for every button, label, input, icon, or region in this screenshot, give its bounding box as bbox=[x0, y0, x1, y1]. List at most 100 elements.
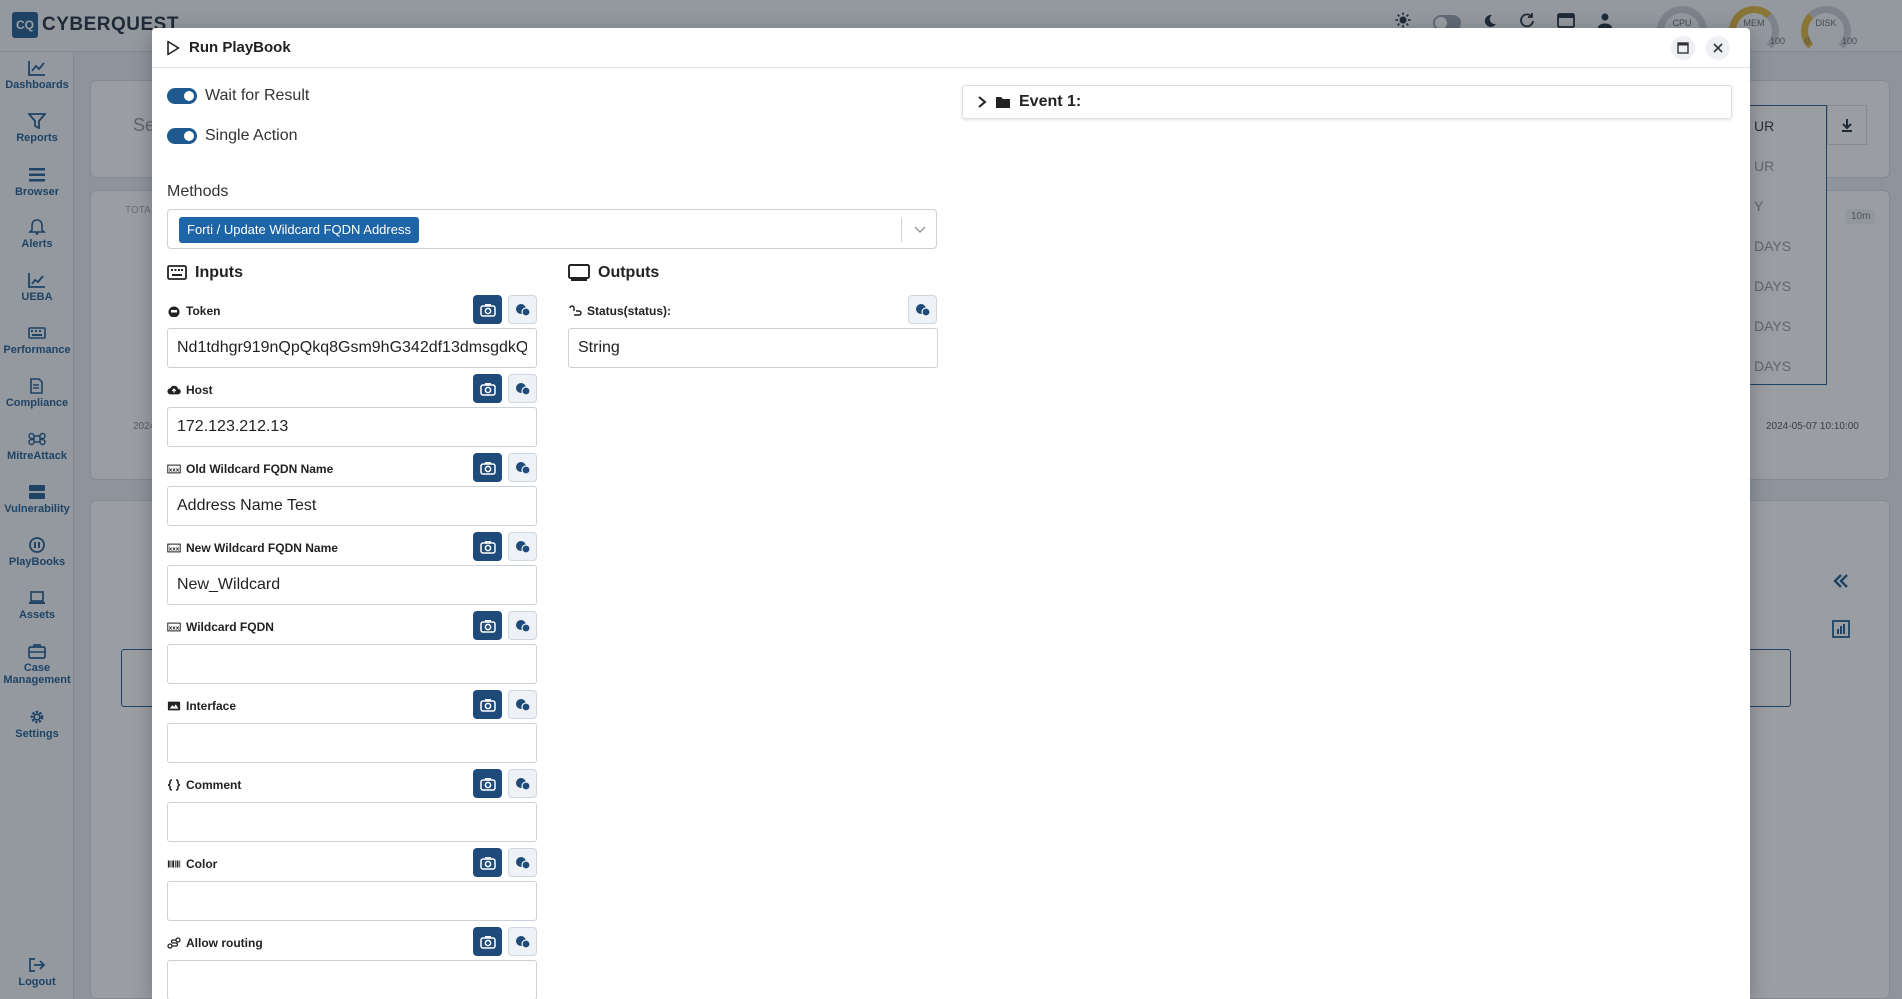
close-button[interactable] bbox=[1706, 36, 1730, 60]
camera-icon bbox=[479, 619, 496, 633]
status-output-field[interactable] bbox=[568, 328, 938, 368]
event-label: Event 1: bbox=[1019, 93, 1082, 110]
camera-icon bbox=[479, 540, 496, 554]
color-input[interactable] bbox=[167, 881, 537, 921]
new-wildcard-fqdn-name-input[interactable] bbox=[167, 565, 537, 605]
comment-snapshot-button[interactable] bbox=[473, 769, 502, 798]
variable-link-icon bbox=[515, 382, 531, 396]
field-label-host: Host bbox=[167, 383, 213, 397]
host-snapshot-button[interactable] bbox=[473, 374, 502, 403]
token-variable-button[interactable] bbox=[508, 295, 537, 324]
cloud-upload-icon bbox=[167, 385, 181, 395]
camera-icon bbox=[479, 698, 496, 712]
field-label-text: Host bbox=[186, 383, 213, 397]
link-icon bbox=[569, 305, 582, 316]
field-label-wildcard-fqdn: xxx Wildcard FQDN bbox=[167, 620, 274, 634]
svg-text:xxx: xxx bbox=[169, 467, 180, 473]
camera-icon bbox=[479, 303, 496, 317]
variable-link-icon bbox=[915, 303, 931, 317]
inputs-section-title: Inputs bbox=[167, 264, 243, 282]
text-field-icon: xxx bbox=[167, 543, 181, 553]
camera-icon bbox=[479, 777, 496, 791]
svg-text:xxx: xxx bbox=[169, 625, 180, 631]
helmet-icon bbox=[168, 306, 180, 317]
camera-icon bbox=[479, 461, 496, 475]
wait-for-result-switch[interactable] bbox=[167, 88, 197, 104]
token-snapshot-button[interactable] bbox=[473, 295, 502, 324]
maximize-button[interactable] bbox=[1671, 36, 1695, 60]
field-label-text: Allow routing bbox=[186, 936, 263, 950]
wildcard-fqdn-variable-button[interactable] bbox=[508, 611, 537, 640]
single-action-switch[interactable] bbox=[167, 128, 197, 144]
token-input[interactable] bbox=[167, 328, 537, 368]
image-icon bbox=[167, 701, 181, 711]
folder-icon bbox=[996, 97, 1010, 108]
field-label-text: Interface bbox=[186, 699, 237, 713]
wait-for-result-label: Wait for Result bbox=[205, 87, 310, 104]
color-snapshot-button[interactable] bbox=[473, 848, 502, 877]
field-label-old-wildcard-fqdn-name: xxx Old Wildcard FQDN Name bbox=[167, 462, 333, 476]
modal-header: Run PlayBook bbox=[152, 28, 1750, 68]
field-label-text: Token bbox=[186, 304, 221, 318]
field-label-text: Color bbox=[186, 857, 218, 871]
outputs-title: Outputs bbox=[598, 264, 660, 281]
field-label-text: Wildcard FQDN bbox=[186, 620, 274, 634]
camera-icon bbox=[479, 382, 496, 396]
variable-link-icon bbox=[515, 461, 531, 475]
status-output-label: Status(status): bbox=[587, 304, 672, 318]
interface-input[interactable] bbox=[167, 723, 537, 763]
chevron-right-icon bbox=[978, 96, 987, 108]
output-variable-button[interactable] bbox=[908, 295, 937, 324]
text-field-icon: xxx bbox=[167, 464, 181, 474]
variable-link-icon bbox=[515, 540, 531, 554]
select-separator bbox=[901, 218, 902, 242]
new-wildcard-variable-button[interactable] bbox=[508, 532, 537, 561]
variable-link-icon bbox=[515, 303, 531, 317]
old-wildcard-variable-button[interactable] bbox=[508, 453, 537, 482]
interface-snapshot-button[interactable] bbox=[473, 690, 502, 719]
color-variable-button[interactable] bbox=[508, 848, 537, 877]
field-label-token: Token bbox=[167, 304, 220, 318]
event-1-panel[interactable]: Event 1: bbox=[962, 85, 1732, 119]
camera-icon bbox=[479, 856, 496, 870]
field-label-new-wildcard-fqdn-name: xxx New Wildcard FQDN Name bbox=[167, 541, 338, 555]
old-wildcard-fqdn-name-input[interactable] bbox=[167, 486, 537, 526]
maximize-icon bbox=[1677, 42, 1689, 54]
inputs-title: Inputs bbox=[195, 264, 243, 281]
field-label-color: Color bbox=[167, 857, 217, 871]
camera-icon bbox=[479, 935, 496, 949]
host-variable-button[interactable] bbox=[508, 374, 537, 403]
allow-routing-variable-button[interactable] bbox=[508, 927, 537, 956]
close-icon bbox=[1713, 43, 1723, 53]
allow-routing-input[interactable] bbox=[167, 960, 537, 999]
field-label-interface: Interface bbox=[167, 699, 236, 713]
wildcard-fqdn-snapshot-button[interactable] bbox=[473, 611, 502, 640]
chevron-down-icon[interactable] bbox=[913, 222, 927, 236]
single-action-label: Single Action bbox=[205, 127, 298, 144]
text-field-icon: xxx bbox=[167, 622, 181, 632]
output-field-label: Status(status): bbox=[568, 304, 671, 318]
play-icon bbox=[167, 40, 180, 56]
allow-routing-snapshot-button[interactable] bbox=[473, 927, 502, 956]
methods-select[interactable]: Forti / Update Wildcard FQDN Address bbox=[167, 209, 937, 249]
comment-variable-button[interactable] bbox=[508, 769, 537, 798]
interface-variable-button[interactable] bbox=[508, 690, 537, 719]
variable-link-icon bbox=[515, 935, 531, 949]
run-playbook-modal: Run PlayBook Wait for Result Single Acti… bbox=[152, 28, 1750, 999]
selected-method-chip[interactable]: Forti / Update Wildcard FQDN Address bbox=[179, 217, 419, 243]
single-action-toggle-row: Single Action bbox=[167, 127, 298, 145]
field-label-comment: Comment bbox=[167, 778, 241, 792]
variable-link-icon bbox=[515, 619, 531, 633]
methods-label: Methods bbox=[167, 183, 229, 200]
svg-text:xxx: xxx bbox=[169, 546, 180, 552]
modal-title: Run PlayBook bbox=[189, 39, 291, 56]
host-input[interactable] bbox=[167, 407, 537, 447]
wildcard-fqdn-input[interactable] bbox=[167, 644, 537, 684]
new-wildcard-snapshot-button[interactable] bbox=[473, 532, 502, 561]
comment-input[interactable] bbox=[167, 802, 537, 842]
barcode-icon bbox=[167, 860, 181, 868]
field-label-allow-routing: Allow routing bbox=[167, 936, 263, 950]
wait-for-result-toggle-row: Wait for Result bbox=[167, 87, 309, 105]
old-wildcard-snapshot-button[interactable] bbox=[473, 453, 502, 482]
monitor-icon bbox=[568, 264, 590, 281]
